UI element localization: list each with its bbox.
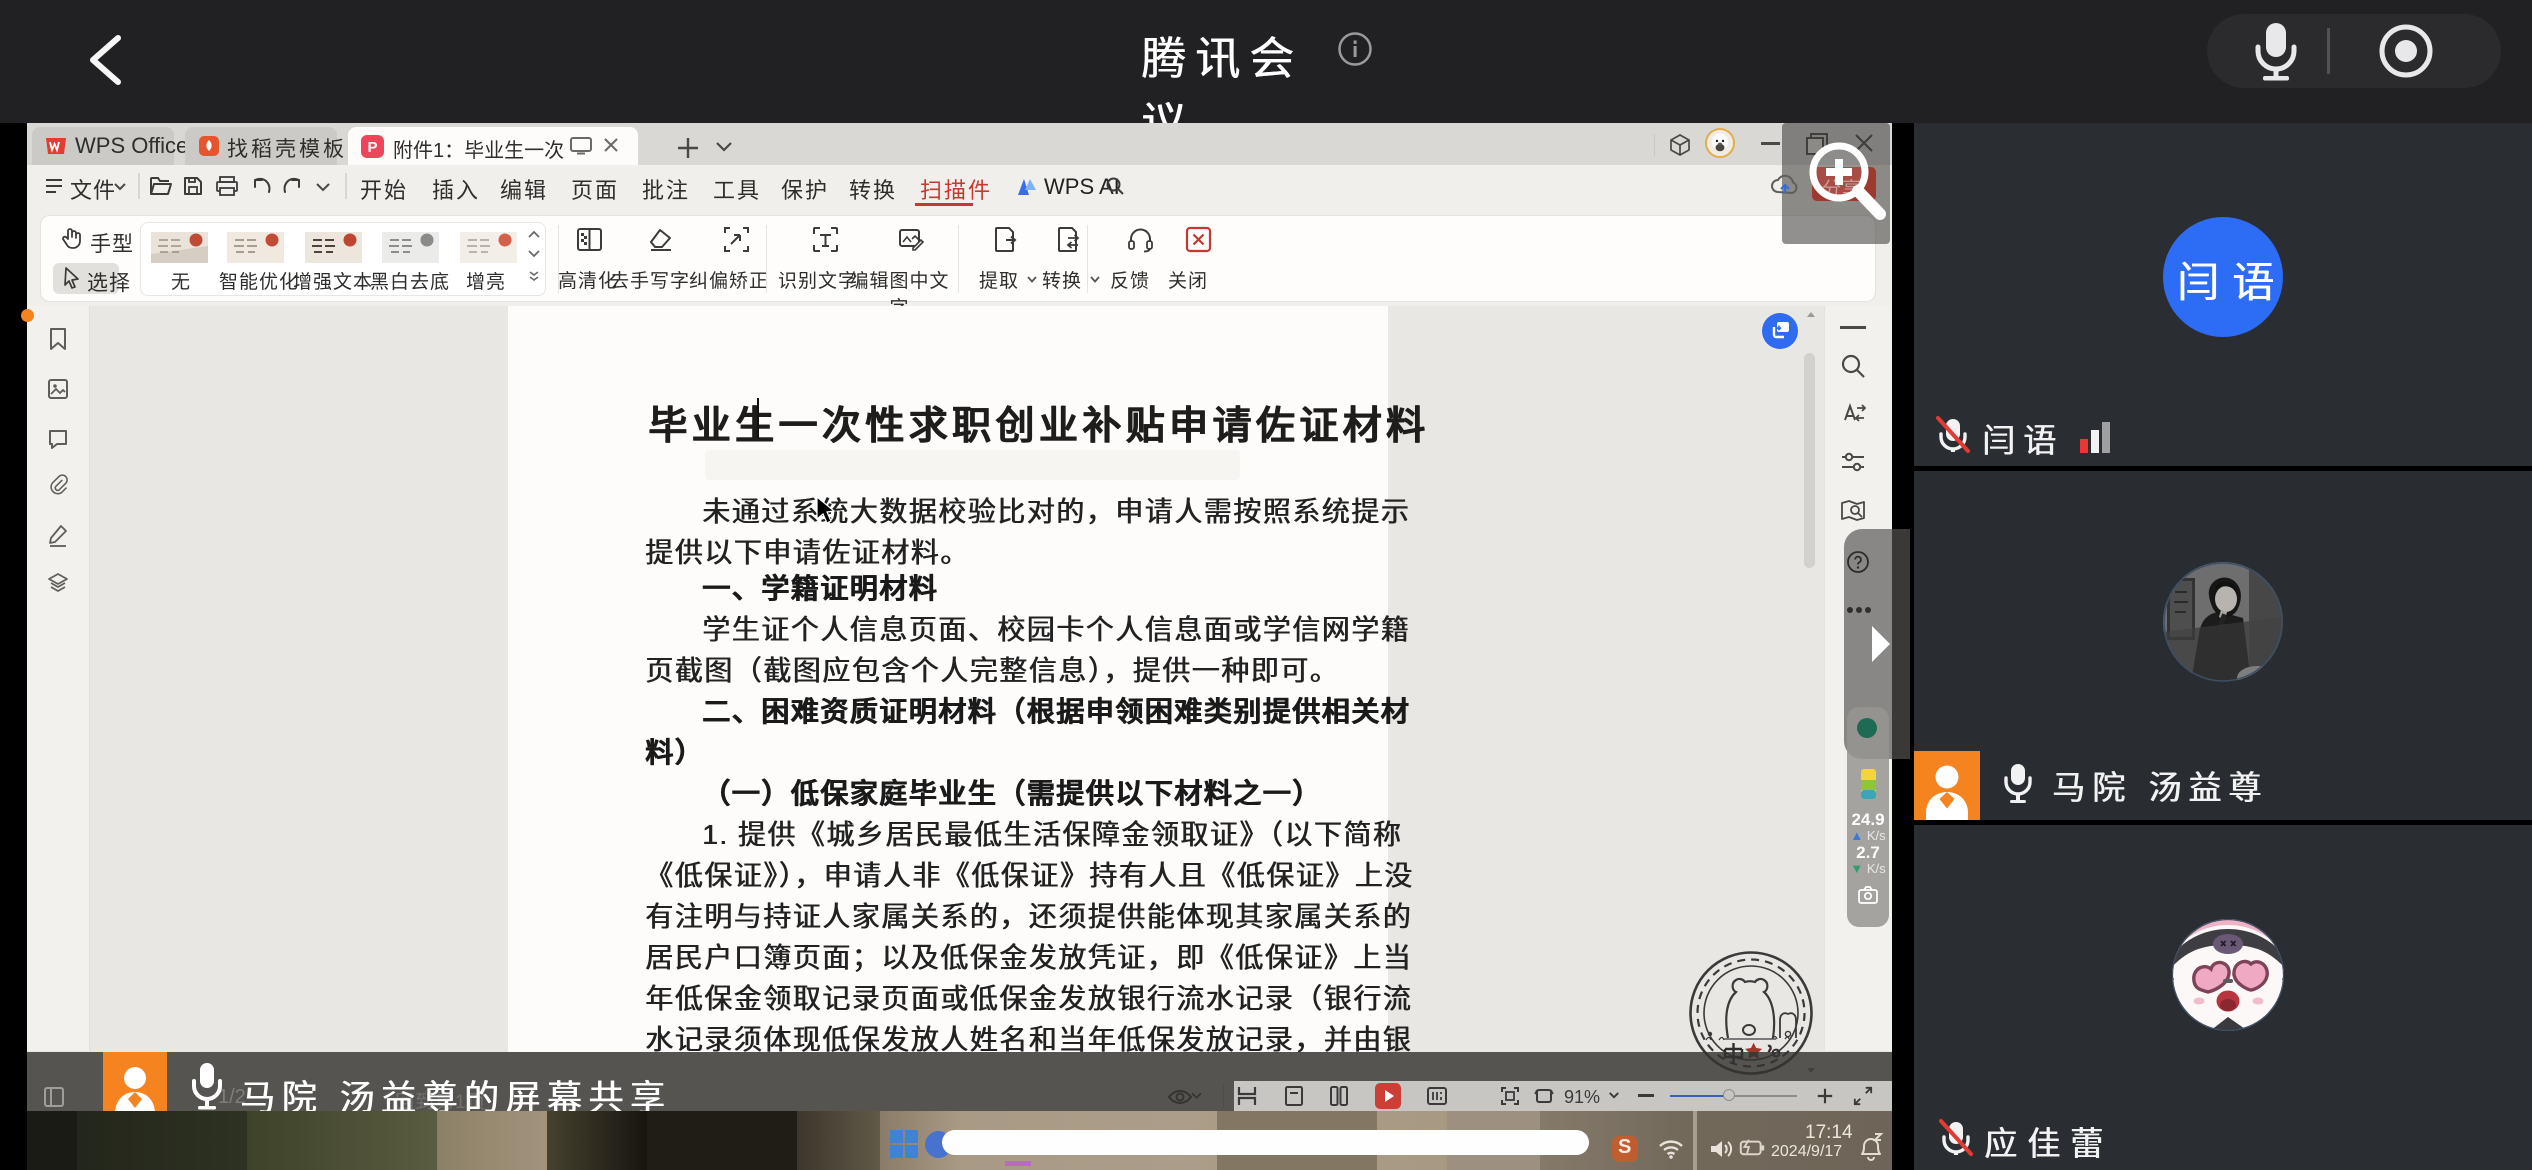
- svg-text:P: P: [367, 139, 377, 156]
